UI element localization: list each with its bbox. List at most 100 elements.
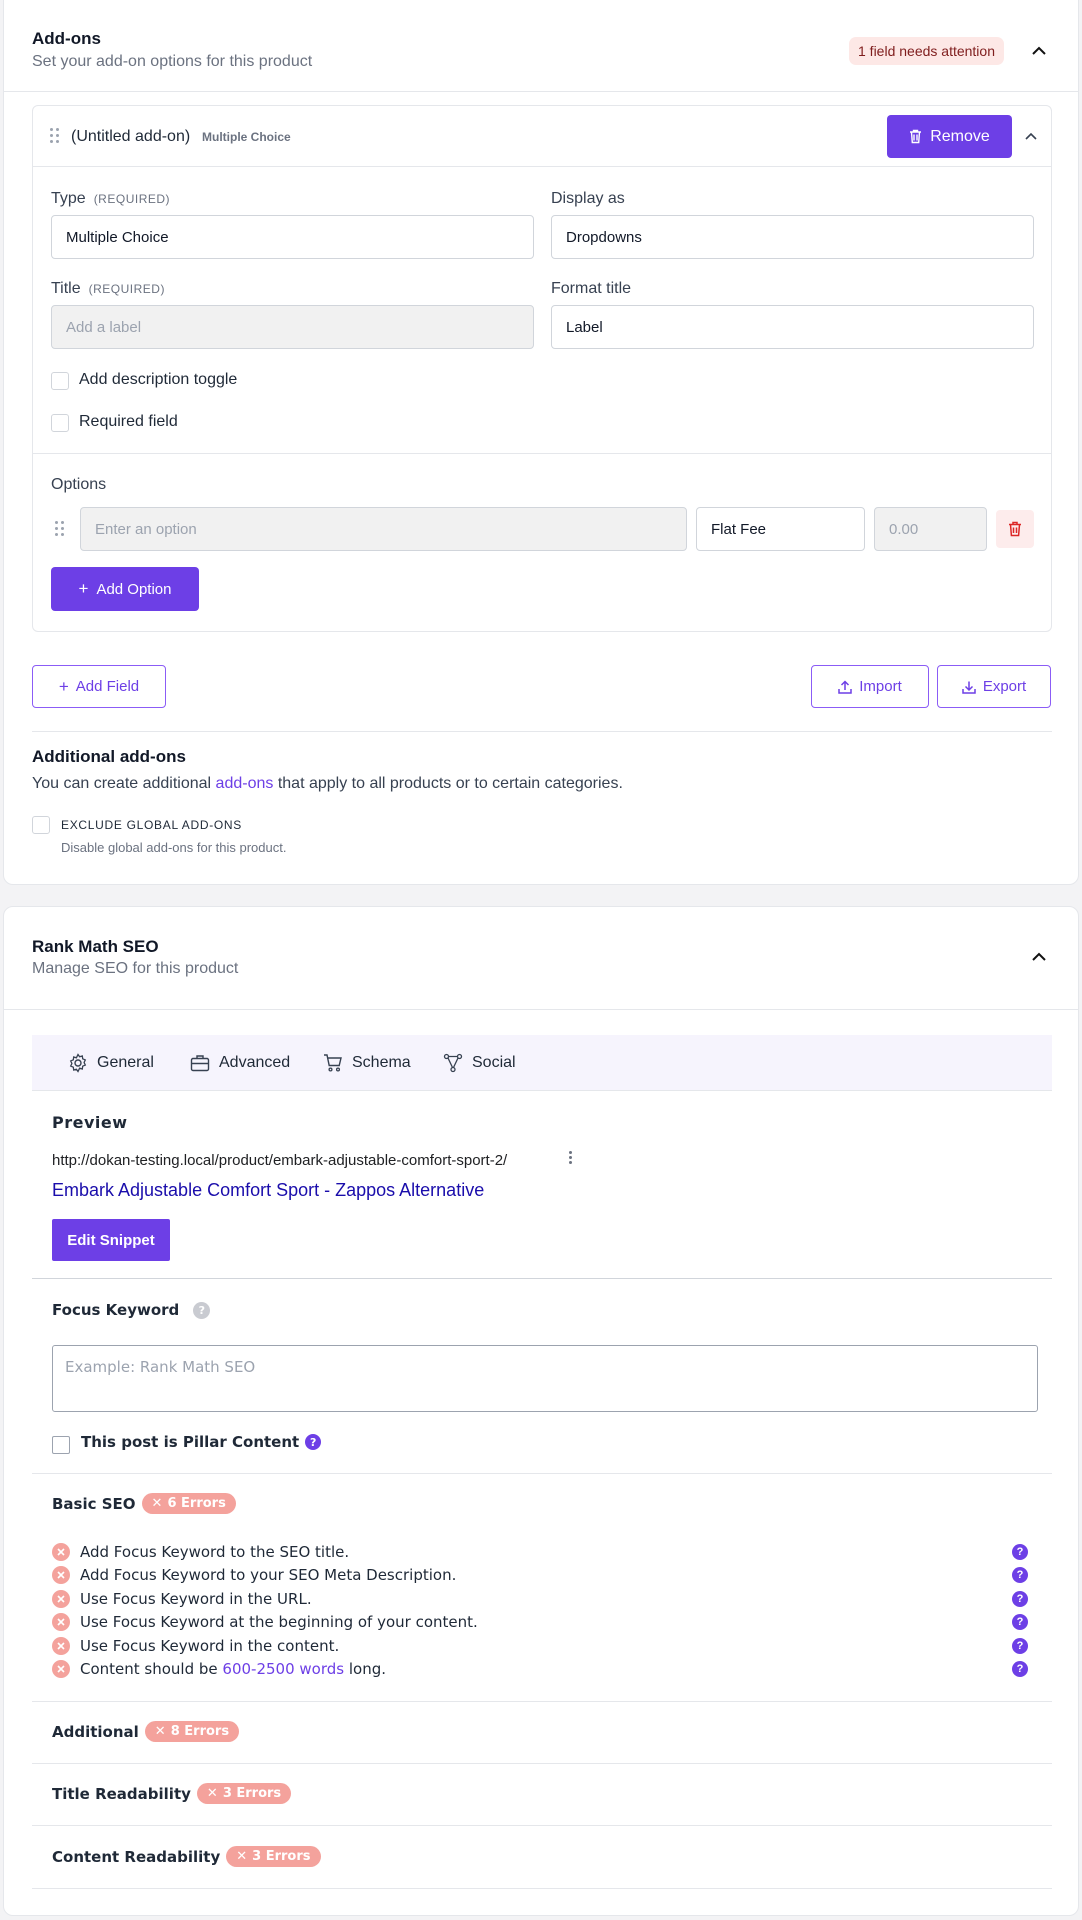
option-drag-handle-icon[interactable]	[55, 521, 65, 537]
basic-seo-error-badge: ✕ 6 Errors	[141, 1493, 236, 1514]
tab-schema[interactable]: Schema	[323, 1035, 411, 1091]
trash-icon	[1009, 521, 1021, 537]
chevron-up-icon	[1032, 46, 1046, 55]
addons-title: Add-ons	[32, 29, 101, 48]
word-count-link[interactable]: 600-2500 words	[222, 1660, 344, 1678]
content-readability-label: Content Readability	[52, 1847, 221, 1866]
exclude-global-addons-label: EXCLUDE GLOBAL ADD-ONS	[61, 818, 243, 832]
display-as-label: Display as	[551, 190, 625, 207]
seo-check-item: Use Focus Keyword in the content.	[52, 1635, 339, 1657]
cart-icon	[324, 1054, 342, 1072]
addons-link[interactable]: add-ons	[216, 775, 274, 792]
help-icon[interactable]: ?	[193, 1301, 211, 1319]
more-options-icon[interactable]	[569, 1151, 573, 1164]
export-button[interactable]: Export	[937, 665, 1051, 708]
error-x-icon	[52, 1543, 70, 1561]
remove-label: Remove	[930, 127, 990, 145]
share-icon	[443, 1053, 463, 1073]
price-input[interactable]: 0.00	[874, 507, 987, 551]
type-label: Type (REQUIRED)	[51, 190, 171, 207]
help-icon[interactable]: ?	[1012, 1567, 1028, 1583]
delete-option-button[interactable]	[996, 510, 1034, 548]
addons-panel: Add-ons Set your add-on options for this…	[3, 0, 1079, 885]
exclude-global-addons-checkbox[interactable]	[32, 816, 50, 834]
error-x-icon	[52, 1613, 70, 1631]
options-label: Options	[51, 476, 107, 493]
preview-title[interactable]: Embark Adjustable Comfort Sport - Zappos…	[52, 1180, 484, 1201]
basic-seo-heading[interactable]: Basic SEO ✕ 6 Errors	[52, 1493, 236, 1514]
pillar-content-label: This post is Pillar Content	[81, 1433, 300, 1451]
download-icon	[962, 681, 976, 694]
content-readability-error-badge: ✕ 3 Errors	[226, 1846, 321, 1867]
additional-error-badge: ✕ 8 Errors	[144, 1721, 240, 1742]
x-icon: ✕	[151, 1496, 163, 1511]
title-readability-label: Title Readability	[52, 1784, 191, 1803]
seo-check-item: Add Focus Keyword to the SEO title.	[52, 1541, 349, 1563]
content-readability-heading[interactable]: Content Readability ✕ 3 Errors	[52, 1846, 321, 1867]
import-button[interactable]: Import	[811, 665, 929, 708]
error-x-icon	[52, 1660, 70, 1678]
edit-snippet-button[interactable]: Edit Snippet	[52, 1219, 170, 1261]
add-field-button[interactable]: + Add Field	[32, 665, 166, 708]
help-icon[interactable]: ?	[1012, 1661, 1028, 1677]
required-field-checkbox[interactable]	[51, 414, 69, 432]
trash-icon	[910, 129, 922, 144]
remove-addon-button[interactable]: Remove	[887, 115, 1012, 158]
format-title-select[interactable]: Label	[551, 305, 1034, 349]
seo-check-item: Content should be 600-2500 words long.	[52, 1658, 386, 1680]
divider	[32, 731, 1052, 732]
x-icon: ✕	[236, 1849, 248, 1864]
briefcase-icon	[190, 1055, 210, 1072]
seo-check-item: Add Focus Keyword to your SEO Meta Descr…	[52, 1564, 456, 1586]
divider	[33, 453, 1051, 454]
drag-handle-icon[interactable]	[50, 128, 60, 144]
fee-type-select[interactable]: Flat Fee	[696, 507, 865, 551]
import-label: Import	[859, 678, 902, 695]
title-readability-heading[interactable]: Title Readability ✕ 3 Errors	[52, 1783, 292, 1804]
type-select[interactable]: Multiple Choice	[51, 215, 534, 259]
tab-general[interactable]: General	[68, 1035, 154, 1091]
additional-addons-text: You can create additional add-ons that a…	[32, 775, 623, 792]
tab-social[interactable]: Social	[443, 1035, 516, 1091]
addon-header: (Untitled add-on) Multiple Choice Remove	[33, 106, 1051, 167]
plus-icon: +	[78, 579, 89, 598]
seo-check-item: Use Focus Keyword at the beginning of yo…	[52, 1611, 478, 1633]
collapse-addon-button[interactable]	[1020, 125, 1042, 147]
option-input[interactable]: Enter an option	[80, 507, 687, 551]
title-input[interactable]: Add a label	[51, 305, 534, 349]
error-x-icon	[52, 1566, 70, 1584]
tab-schema-label: Schema	[352, 1054, 411, 1071]
divider	[32, 1701, 1052, 1702]
divider	[32, 1278, 1052, 1279]
seo-subtitle: Manage SEO for this product	[32, 960, 239, 977]
preview-label: Preview	[52, 1113, 128, 1132]
attention-badge: 1 field needs attention	[849, 37, 1004, 65]
additional-label: Additional	[52, 1722, 139, 1741]
tab-advanced[interactable]: Advanced	[190, 1035, 290, 1091]
tab-general-label: General	[97, 1054, 154, 1071]
display-as-select[interactable]: Dropdowns	[551, 215, 1034, 259]
divider	[32, 1763, 1052, 1764]
help-icon[interactable]: ?	[1012, 1614, 1028, 1630]
divider	[32, 1473, 1052, 1474]
chevron-up-icon	[1032, 952, 1046, 961]
help-icon[interactable]: ?	[1012, 1544, 1028, 1560]
help-icon[interactable]: ?	[1012, 1591, 1028, 1607]
tab-advanced-label: Advanced	[219, 1054, 291, 1071]
focus-keyword-input[interactable]: Example: Rank Math SEO	[52, 1345, 1038, 1412]
collapse-addons-button[interactable]	[1028, 39, 1050, 61]
x-icon: ✕	[206, 1786, 218, 1801]
collapse-seo-button[interactable]	[1028, 945, 1050, 967]
pillar-content-checkbox[interactable]	[52, 1436, 70, 1454]
plus-icon: +	[58, 676, 69, 696]
description-toggle-checkbox[interactable]	[51, 372, 69, 390]
additional-heading[interactable]: Additional ✕ 8 Errors	[52, 1721, 240, 1742]
help-icon[interactable]: ?	[1012, 1638, 1028, 1654]
title-readability-error-badge: ✕ 3 Errors	[196, 1783, 292, 1804]
export-label: Export	[982, 678, 1027, 695]
required-field-label: Required field	[79, 413, 178, 430]
additional-addons-title: Additional add-ons	[32, 747, 186, 766]
help-icon[interactable]: ?	[305, 1434, 322, 1450]
chevron-up-icon	[1025, 132, 1037, 140]
add-option-button[interactable]: + Add Option	[51, 567, 199, 611]
